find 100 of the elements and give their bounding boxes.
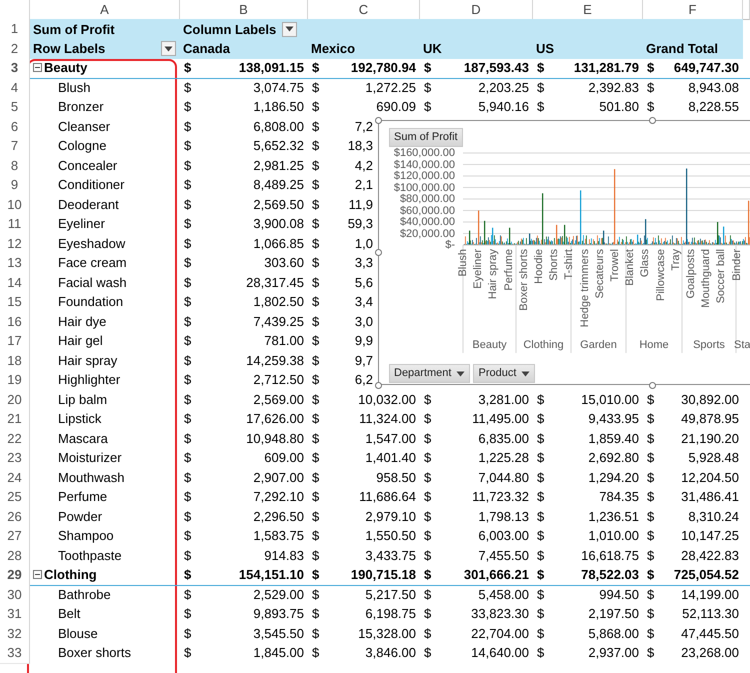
currency-sign: $ <box>647 98 654 116</box>
row-label: Moisturizer <box>58 450 122 465</box>
row-number[interactable]: 21 <box>0 409 30 430</box>
category-label: Blanket <box>624 249 636 286</box>
cell-value: 5,217.50 <box>365 586 416 604</box>
row-number[interactable]: 1 <box>0 19 30 40</box>
currency-sign: $ <box>647 624 654 642</box>
row-number[interactable]: 26 <box>0 506 30 527</box>
cell-value: 14,259.38 <box>246 352 304 370</box>
row-number[interactable]: 12 <box>0 234 30 254</box>
axis-label: $100,000.00 <box>394 182 455 194</box>
cell-value: 192,780.94 <box>350 59 416 77</box>
row-number[interactable]: 20 <box>0 390 30 410</box>
row-number[interactable]: 22 <box>0 428 30 449</box>
currency-sign: $ <box>312 527 320 545</box>
cell-value: 3,281.00 <box>478 390 529 408</box>
row-number[interactable]: 5 <box>0 97 30 118</box>
row-label: Hair gel <box>58 333 103 348</box>
row-label: Deoderant <box>58 196 119 212</box>
row-label: Blouse <box>58 626 98 640</box>
cell-value: 6,2 <box>354 371 373 389</box>
cell-value: 10,948.80 <box>246 430 304 448</box>
cell-value: 303.60 <box>264 254 304 272</box>
row-number[interactable]: 7 <box>0 136 30 156</box>
row-number[interactable]: 23 <box>0 448 30 468</box>
resize-handle[interactable] <box>375 249 382 256</box>
row-number[interactable]: 17 <box>0 331 30 352</box>
row-number[interactable]: 33 <box>0 643 30 664</box>
row-number[interactable]: 11 <box>0 214 30 234</box>
currency-sign: $ <box>312 293 320 311</box>
row-number[interactable]: 9 <box>0 175 30 196</box>
row-number[interactable]: 19 <box>0 370 30 390</box>
cell-value: 1,859.40 <box>588 430 639 448</box>
row-number[interactable]: 10 <box>0 194 30 215</box>
cell-value: 138,091.15 <box>238 59 304 77</box>
row-number[interactable]: 25 <box>0 487 30 508</box>
row-number[interactable]: 8 <box>0 156 30 176</box>
currency-sign: $ <box>312 312 320 330</box>
filter-dropdown-button[interactable] <box>161 41 176 56</box>
row-number[interactable]: 18 <box>0 350 30 371</box>
cell-value: 1,0 <box>354 234 373 252</box>
currency-sign: $ <box>537 98 544 116</box>
column-labels-header: Column Labels <box>183 20 276 38</box>
currency-sign: $ <box>424 59 432 77</box>
row-number[interactable]: 14 <box>0 272 30 293</box>
cell-value: 1,066.85 <box>253 234 304 252</box>
collapse-icon[interactable] <box>33 63 42 72</box>
currency-sign: $ <box>312 371 320 389</box>
category-label: Trowel <box>609 249 621 282</box>
cell-value: 2,529.00 <box>253 586 304 604</box>
currency-sign: $ <box>537 605 544 623</box>
category-label: Goalposts <box>685 249 697 299</box>
currency-sign: $ <box>184 98 192 116</box>
cell-value: 9,433.95 <box>588 410 639 428</box>
currency-sign: $ <box>184 410 192 428</box>
resize-handle[interactable] <box>649 117 656 124</box>
axis-label: $160,000.00 <box>394 147 455 159</box>
row-number[interactable]: 13 <box>0 253 30 274</box>
row-number[interactable]: 16 <box>0 312 30 332</box>
row-number[interactable]: 28 <box>0 546 30 566</box>
axis-label: $40,000.00 <box>400 216 455 228</box>
currency-sign: $ <box>537 527 544 545</box>
field-button[interactable]: Product <box>473 364 536 383</box>
currency-sign: $ <box>184 468 192 486</box>
filter-dropdown-button[interactable] <box>282 22 298 37</box>
cell-value: 9,9 <box>354 332 373 350</box>
currency-sign: $ <box>184 78 192 96</box>
currency-sign: $ <box>312 586 320 604</box>
cell-value: 9,7 <box>354 352 373 370</box>
row-number[interactable]: 3 <box>0 58 30 78</box>
collapse-icon[interactable] <box>33 570 42 580</box>
cell-value: 1,845.00 <box>253 644 304 662</box>
currency-sign: $ <box>647 566 654 584</box>
resize-handle[interactable] <box>649 382 656 389</box>
row-label: Mascara <box>58 430 108 446</box>
group-label[interactable]: Clothing <box>44 565 97 584</box>
currency-sign: $ <box>312 78 320 96</box>
resize-handle[interactable] <box>375 382 382 389</box>
currency-sign: $ <box>184 137 192 155</box>
row-number[interactable]: 29 <box>0 565 30 586</box>
row-number[interactable]: 15 <box>0 292 30 312</box>
field-button[interactable]: Department <box>389 364 470 383</box>
value-field-button[interactable]: Sum of Profit <box>389 128 463 147</box>
row-number[interactable]: 32 <box>0 624 30 644</box>
row-number[interactable]: 31 <box>0 604 30 624</box>
row-number[interactable]: 6 <box>0 116 30 137</box>
row-number[interactable]: 2 <box>0 38 30 59</box>
currency-sign: $ <box>184 59 192 77</box>
currency-sign: $ <box>312 59 320 77</box>
currency-sign: $ <box>184 390 192 408</box>
cell-value: 10,147.25 <box>681 527 739 545</box>
group-label[interactable]: Beauty <box>44 58 88 78</box>
row-number[interactable]: 27 <box>0 526 30 546</box>
row-number[interactable]: 4 <box>0 78 30 98</box>
row-number[interactable]: 24 <box>0 468 30 488</box>
cell-value: 14,640.00 <box>471 644 529 662</box>
cell-value: 1,802.50 <box>253 293 304 311</box>
resize-handle[interactable] <box>375 117 382 124</box>
cell-value: 3,900.08 <box>253 215 304 233</box>
row-number[interactable]: 30 <box>0 584 30 605</box>
